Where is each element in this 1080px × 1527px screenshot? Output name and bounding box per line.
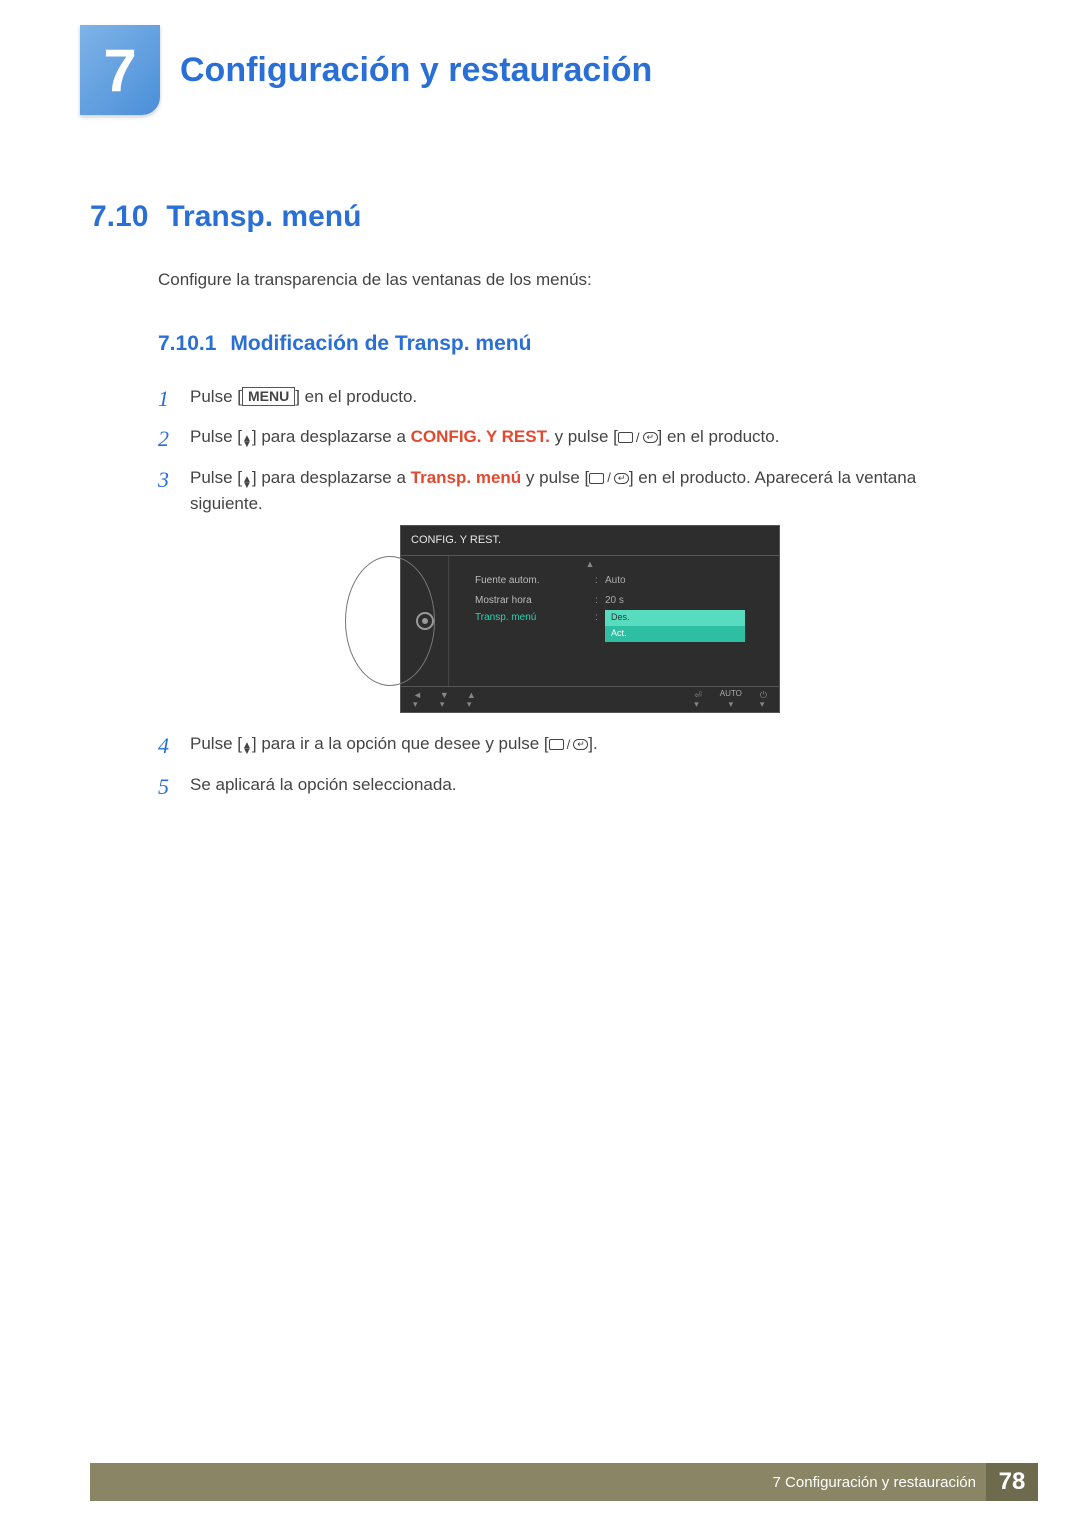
enter-icon	[643, 432, 658, 443]
osd-up-arrow-icon: ▲	[586, 558, 595, 572]
osd-dropdown: Des. Act.	[605, 610, 745, 642]
subsection-title-text: Modificación de Transp. menú	[230, 332, 531, 355]
menu-target: Transp. menú	[411, 468, 522, 487]
osd-nav-down-icon: ▼▾	[440, 691, 449, 709]
osd-nav-left-icon: ◄▾	[413, 691, 422, 709]
step-text: Se aplicará la opción seleccionada.	[190, 775, 457, 794]
footer-chapter-label: 7 Configuración y restauración	[773, 1474, 976, 1491]
enter-icon	[573, 739, 588, 750]
osd-power-icon: ⏻▾	[760, 691, 767, 709]
section-heading: 7.10 Transp. menú	[90, 200, 990, 234]
osd-footer: ◄▾ ▼▾ ▲▾ ⏎▾ AUTO▾ ⏻▾	[401, 686, 779, 712]
osd-value: Auto	[605, 573, 626, 589]
osd-row: Mostrar hora:20 s	[475, 590, 771, 610]
section-title-text: Transp. menú	[166, 200, 361, 233]
step-number: 1	[158, 382, 169, 416]
menu-target: CONFIG. Y REST.	[411, 427, 550, 446]
osd-enter-icon: ⏎▾	[694, 691, 702, 709]
step-text: Pulse [	[190, 734, 242, 753]
step-text: ] para ir a la opción que desee y pulse …	[252, 734, 549, 753]
step-number: 5	[158, 770, 169, 804]
osd-option-off: Des.	[605, 610, 745, 626]
osd-label: Fuente autom.	[475, 573, 595, 589]
step-text: Pulse [	[190, 427, 242, 446]
osd-colon: :	[595, 573, 605, 589]
step-1: 1 Pulse [MENU] en el producto.	[158, 384, 990, 410]
osd-colon: :	[595, 610, 605, 626]
step-text: ].	[588, 734, 597, 753]
osd-option-list: Fuente autom.:Auto Mostrar hora:20 s Tra…	[449, 556, 779, 686]
menu-button-label: MENU	[242, 387, 295, 406]
footer-page-number: 78	[986, 1463, 1038, 1501]
step-number: 4	[158, 729, 169, 763]
osd-row-active: Transp. menú: Des. Act.	[475, 610, 771, 630]
osd-option-on: Act.	[605, 626, 745, 642]
osd-row: Fuente autom.:Auto	[475, 570, 771, 590]
page-content: 7.10 Transp. menú Configure la transparen…	[0, 120, 1080, 798]
chapter-title: Configuración y restauración	[180, 51, 652, 90]
osd-title: CONFIG. Y REST.	[401, 526, 779, 556]
chapter-number-badge: 7	[80, 25, 160, 115]
source-icon	[618, 432, 633, 443]
section-intro: Configure la transparencia de las ventan…	[158, 270, 990, 290]
step-number: 3	[158, 463, 169, 497]
gear-icon	[416, 612, 434, 630]
source-icon	[589, 473, 604, 484]
step-text: y pulse [	[550, 427, 618, 446]
enter-icon	[614, 473, 629, 484]
osd-value: 20 s	[605, 593, 624, 609]
step-text: Pulse [	[190, 387, 242, 406]
step-text: ] para desplazarse a	[252, 468, 411, 487]
step-text: y pulse [	[521, 468, 589, 487]
up-down-icon: ▲▼	[242, 477, 252, 489]
osd-screenshot: CONFIG. Y REST. ▲ Fuente autom.:Auto Mos…	[400, 525, 780, 713]
page-header: 7 Configuración y restauración	[0, 0, 1080, 120]
up-down-icon: ▲▼	[242, 436, 252, 448]
step-3: 3 Pulse [▲▼] para desplazarse a Transp. …	[158, 465, 990, 714]
instruction-list: 1 Pulse [MENU] en el producto. 2 Pulse […	[158, 384, 990, 798]
osd-nav-up-icon: ▲▾	[467, 691, 476, 709]
page-footer: 7 Configuración y restauración 78	[90, 1463, 1038, 1501]
source-enter-icon: /	[589, 468, 629, 488]
osd-auto-label: AUTO▾	[720, 690, 742, 709]
osd-label: Mostrar hora	[475, 593, 595, 609]
step-text: ] en el producto.	[658, 427, 780, 446]
step-4: 4 Pulse [▲▼] para ir a la opción que des…	[158, 731, 990, 757]
osd-colon: :	[595, 593, 605, 609]
source-enter-icon: /	[549, 735, 589, 755]
section-number: 7.10	[90, 200, 148, 233]
osd-body: ▲ Fuente autom.:Auto Mostrar hora:20 s	[401, 556, 779, 686]
source-enter-icon: /	[618, 428, 658, 448]
up-down-icon: ▲▼	[242, 743, 252, 755]
subsection-number: 7.10.1	[158, 332, 216, 355]
step-text: Pulse [	[190, 468, 242, 487]
step-5: 5 Se aplicará la opción seleccionada.	[158, 772, 990, 798]
step-number: 2	[158, 422, 169, 456]
step-2: 2 Pulse [▲▼] para desplazarse a CONFIG. …	[158, 424, 990, 450]
source-icon	[549, 739, 564, 750]
osd-label: Transp. menú	[475, 610, 595, 626]
osd-sidebar	[401, 556, 449, 686]
step-text: ] en el producto.	[295, 387, 417, 406]
subsection-heading: 7.10.1 Modificación de Transp. menú	[158, 332, 990, 356]
step-text: ] para desplazarse a	[252, 427, 411, 446]
